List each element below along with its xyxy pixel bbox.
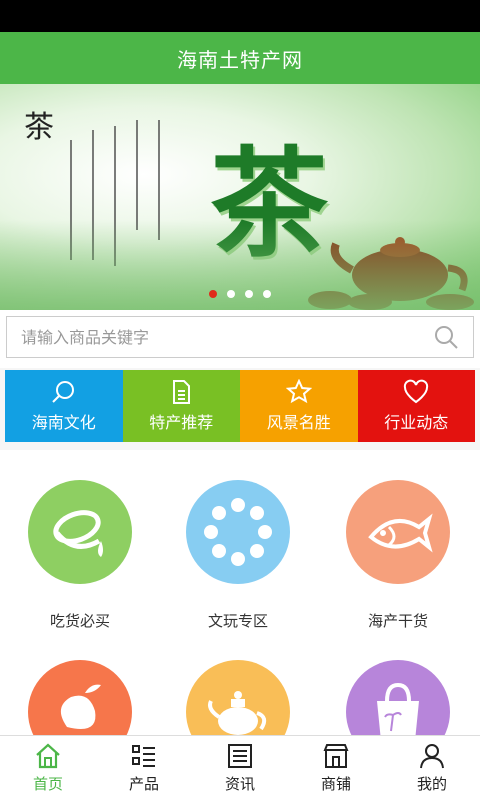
banner-calligraphy-title: 茶 — [24, 110, 54, 145]
tab-label: 我的 — [416, 775, 447, 793]
list-icon — [132, 745, 155, 767]
category-label: 特产推荐 — [149, 413, 214, 432]
tab-home[interactable]: 首页 — [0, 736, 96, 800]
carousel-dot[interactable] — [245, 290, 253, 298]
shop-icon — [323, 744, 349, 768]
fish-icon — [368, 513, 433, 553]
bottom-tab-bar: 首页 产品 资讯 商铺 我的 — [0, 735, 480, 800]
grid-item-seafood[interactable]: 海产干货 — [318, 480, 478, 631]
category-label: 海南文化 — [31, 413, 96, 432]
app-header: 海南土特产网 — [0, 32, 480, 84]
search-box[interactable] — [6, 316, 474, 358]
tab-label: 商铺 — [320, 775, 351, 793]
status-bar — [0, 0, 480, 32]
teapot-icon — [208, 691, 267, 735]
grid-icon-circle — [346, 660, 450, 735]
grid-icon-circle — [186, 660, 290, 735]
carousel-dot[interactable] — [227, 290, 235, 298]
category-label: 行业动态 — [384, 413, 449, 432]
carousel-dot[interactable] — [209, 290, 217, 298]
grid-item-snacks[interactable]: 吃货必买 — [0, 480, 160, 631]
tab-products[interactable]: 产品 — [96, 736, 192, 800]
search-icon[interactable] — [433, 324, 459, 350]
category-specialty-recommend[interactable]: 特产推荐 — [122, 370, 240, 442]
tab-news[interactable]: 资讯 — [192, 736, 288, 800]
bag-icon — [377, 682, 419, 735]
news-icon — [228, 744, 252, 768]
tab-label: 首页 — [32, 775, 63, 793]
grid-item-souvenirs[interactable] — [318, 660, 478, 735]
search-icon — [52, 381, 74, 403]
search-section — [0, 310, 480, 368]
grid-item-fruit[interactable] — [0, 660, 160, 735]
product-category-grid: 吃货必买 文玩专区 海产干货 — [0, 450, 480, 735]
grid-item-label: 吃货必买 — [49, 612, 110, 630]
tab-profile[interactable]: 我的 — [384, 736, 480, 800]
category-bar: 海南文化 特产推荐 风景名胜 行业动态 — [5, 370, 475, 442]
category-scenic-spots[interactable]: 风景名胜 — [240, 370, 358, 442]
star-icon — [285, 379, 312, 404]
document-icon — [173, 380, 191, 404]
grid-item-label: 文玩专区 — [207, 612, 268, 630]
bracelet-icon — [204, 498, 272, 566]
category-label: 风景名胜 — [266, 413, 331, 432]
grid-icon-circle — [28, 480, 132, 584]
tab-label: 资讯 — [224, 775, 255, 793]
page-title: 海南土特产网 — [177, 47, 303, 72]
grid-item-tea[interactable] — [158, 660, 318, 735]
carousel-dots — [0, 290, 480, 298]
user-icon — [420, 744, 444, 769]
grid-icon-circle — [346, 480, 450, 584]
grid-icon-circle — [28, 660, 132, 735]
mango-icon — [60, 684, 101, 729]
food-icon — [53, 510, 103, 557]
home-icon — [36, 743, 60, 769]
grid-item-collectibles[interactable]: 文玩专区 — [158, 480, 318, 631]
category-industry-news[interactable]: 行业动态 — [357, 370, 475, 442]
tab-label: 产品 — [128, 775, 159, 793]
carousel-dot[interactable] — [263, 290, 271, 298]
tab-shops[interactable]: 商铺 — [288, 736, 384, 800]
search-input[interactable] — [21, 327, 433, 347]
grid-icon-circle — [186, 480, 290, 584]
banner-carousel[interactable]: 茶 茶 — [0, 84, 480, 310]
heart-icon — [404, 379, 429, 404]
grid-item-label: 海产干货 — [367, 612, 428, 630]
category-hainan-culture[interactable]: 海南文化 — [5, 370, 123, 442]
